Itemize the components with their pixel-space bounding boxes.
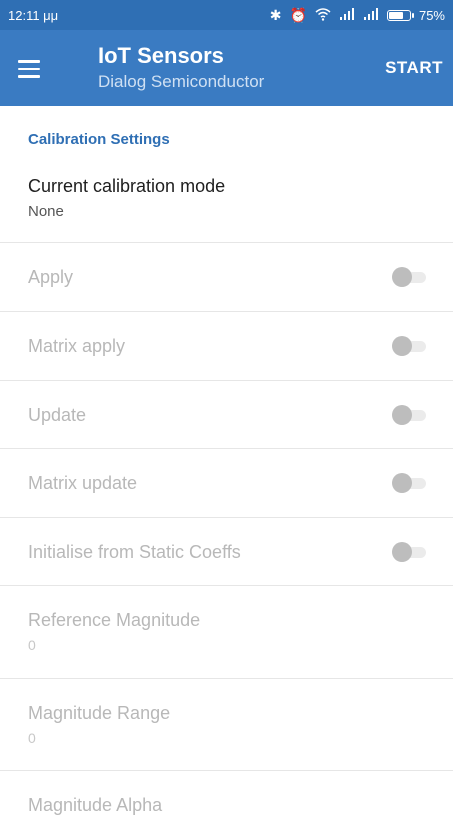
battery-percent: 75% [418,7,445,23]
section-title: Calibration Settings [28,131,170,148]
toggle-label: Update [28,404,87,425]
divider [0,585,453,586]
status-bar: 12:11 μμ ✱ ⏰ 75% [0,0,453,30]
battery-level [388,11,404,19]
value-label: Magnitude Alpha [28,795,163,815]
value-text: 0 [28,637,36,653]
value-text: 0 [28,730,36,746]
toggle-matrix-update[interactable]: Matrix update [0,449,453,517]
toggle-label: Apply [28,266,74,287]
app-subtitle: Dialog Semiconductor [98,72,265,91]
current-calibration-mode[interactable]: Current calibration mode None [0,176,453,220]
current-mode-value: None [28,203,64,220]
hamburger-menu-icon[interactable] [18,54,52,84]
toggle-label: Matrix apply [28,335,126,356]
status-time: 12:11 μμ [8,7,59,23]
signal-icon [363,8,379,22]
bluetooth-icon: ✱ [269,7,282,23]
toggle-label: Initialise from Static Coeffs [28,541,241,562]
current-mode-title: Current calibration mode [28,176,226,196]
battery-icon [386,9,414,21]
matrix-update-switch[interactable] [392,473,428,493]
initialise-static-coeffs-switch[interactable] [392,542,428,562]
toggle-initialise-static-coeffs[interactable]: Initialise from Static Coeffs [0,518,453,586]
divider [0,770,453,771]
signal-icon [339,8,355,22]
update-switch[interactable] [392,405,428,425]
value-label: Reference Magnitude [28,610,201,630]
settings-content: Calibration Settings Current calibration… [0,106,453,816]
wifi-icon [315,7,331,23]
app-title: IoT Sensors [98,43,224,68]
magnitude-alpha[interactable]: Magnitude Alpha [0,795,453,816]
reference-magnitude[interactable]: Reference Magnitude 0 [0,610,453,653]
toggle-update[interactable]: Update [0,381,453,449]
apply-switch[interactable] [392,267,428,287]
toggle-matrix-apply[interactable]: Matrix apply [0,312,453,380]
app-bar: IoT Sensors Dialog Semiconductor START [0,30,453,106]
alarm-icon: ⏰ [289,7,307,23]
start-button[interactable]: START [385,54,443,82]
matrix-apply-switch[interactable] [392,336,428,356]
toggle-apply[interactable]: Apply [0,243,453,311]
toggle-label: Matrix update [28,472,138,493]
app-titles: IoT Sensors Dialog Semiconductor [98,42,264,94]
divider [0,678,453,679]
magnitude-range[interactable]: Magnitude Range 0 [0,703,453,746]
value-label: Magnitude Range [28,703,171,723]
